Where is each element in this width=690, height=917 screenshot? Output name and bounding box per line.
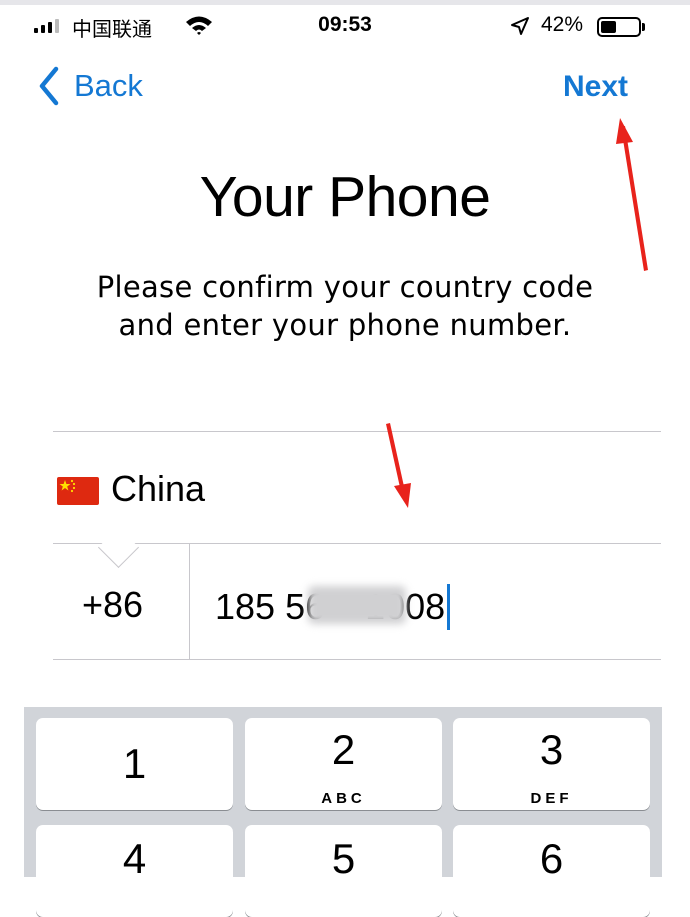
instructions: Please confirm your country code and ent… <box>0 268 690 344</box>
location-arrow-icon <box>511 17 529 35</box>
back-button[interactable]: Back <box>38 66 143 106</box>
phone-number-input[interactable]: 185 56 1008 <box>190 544 661 659</box>
key-letters: ABC <box>321 790 366 807</box>
numeric-keypad: 1 2 ABC 3 DEF 4 5 6 <box>24 707 662 917</box>
key-digit: 3 <box>539 726 564 773</box>
battery-icon <box>597 17 641 37</box>
divider-bottom <box>53 659 661 660</box>
chevron-left-icon <box>39 66 59 106</box>
key-2[interactable]: 2 ABC <box>245 718 442 810</box>
country-code-field[interactable]: +86 <box>53 544 189 659</box>
key-letters: DEF <box>530 790 573 807</box>
battery-percent: 42% <box>541 13 584 36</box>
key-3[interactable]: 3 DEF <box>453 718 650 810</box>
next-button[interactable]: Next <box>563 70 628 104</box>
page-title: Your Phone <box>199 165 491 229</box>
text-cursor <box>447 584 451 630</box>
china-flag-icon <box>57 477 99 505</box>
battery-tip <box>642 23 645 31</box>
key-digit: 5 <box>331 835 356 882</box>
key-digit: 4 <box>122 835 147 882</box>
country-name: China <box>111 468 206 509</box>
key-4[interactable]: 4 <box>36 825 233 917</box>
back-button-label: Back <box>74 68 143 103</box>
instructions-line-1: Please confirm your country code <box>96 270 594 304</box>
instructions-line-2: and enter your phone number. <box>118 308 572 342</box>
country-selector[interactable]: China <box>53 432 661 543</box>
status-time: 09:53 <box>318 13 372 36</box>
country-code: +86 <box>82 584 144 625</box>
key-digit: 6 <box>539 835 564 882</box>
key-5[interactable]: 5 <box>245 825 442 917</box>
redaction-blur <box>308 586 406 624</box>
key-1[interactable]: 1 <box>36 718 233 810</box>
key-6[interactable]: 6 <box>453 825 650 917</box>
key-digit: 2 <box>331 726 356 773</box>
status-bar: 中国联通 09:53 42% <box>0 5 690 45</box>
key-digit: 1 <box>122 740 147 787</box>
